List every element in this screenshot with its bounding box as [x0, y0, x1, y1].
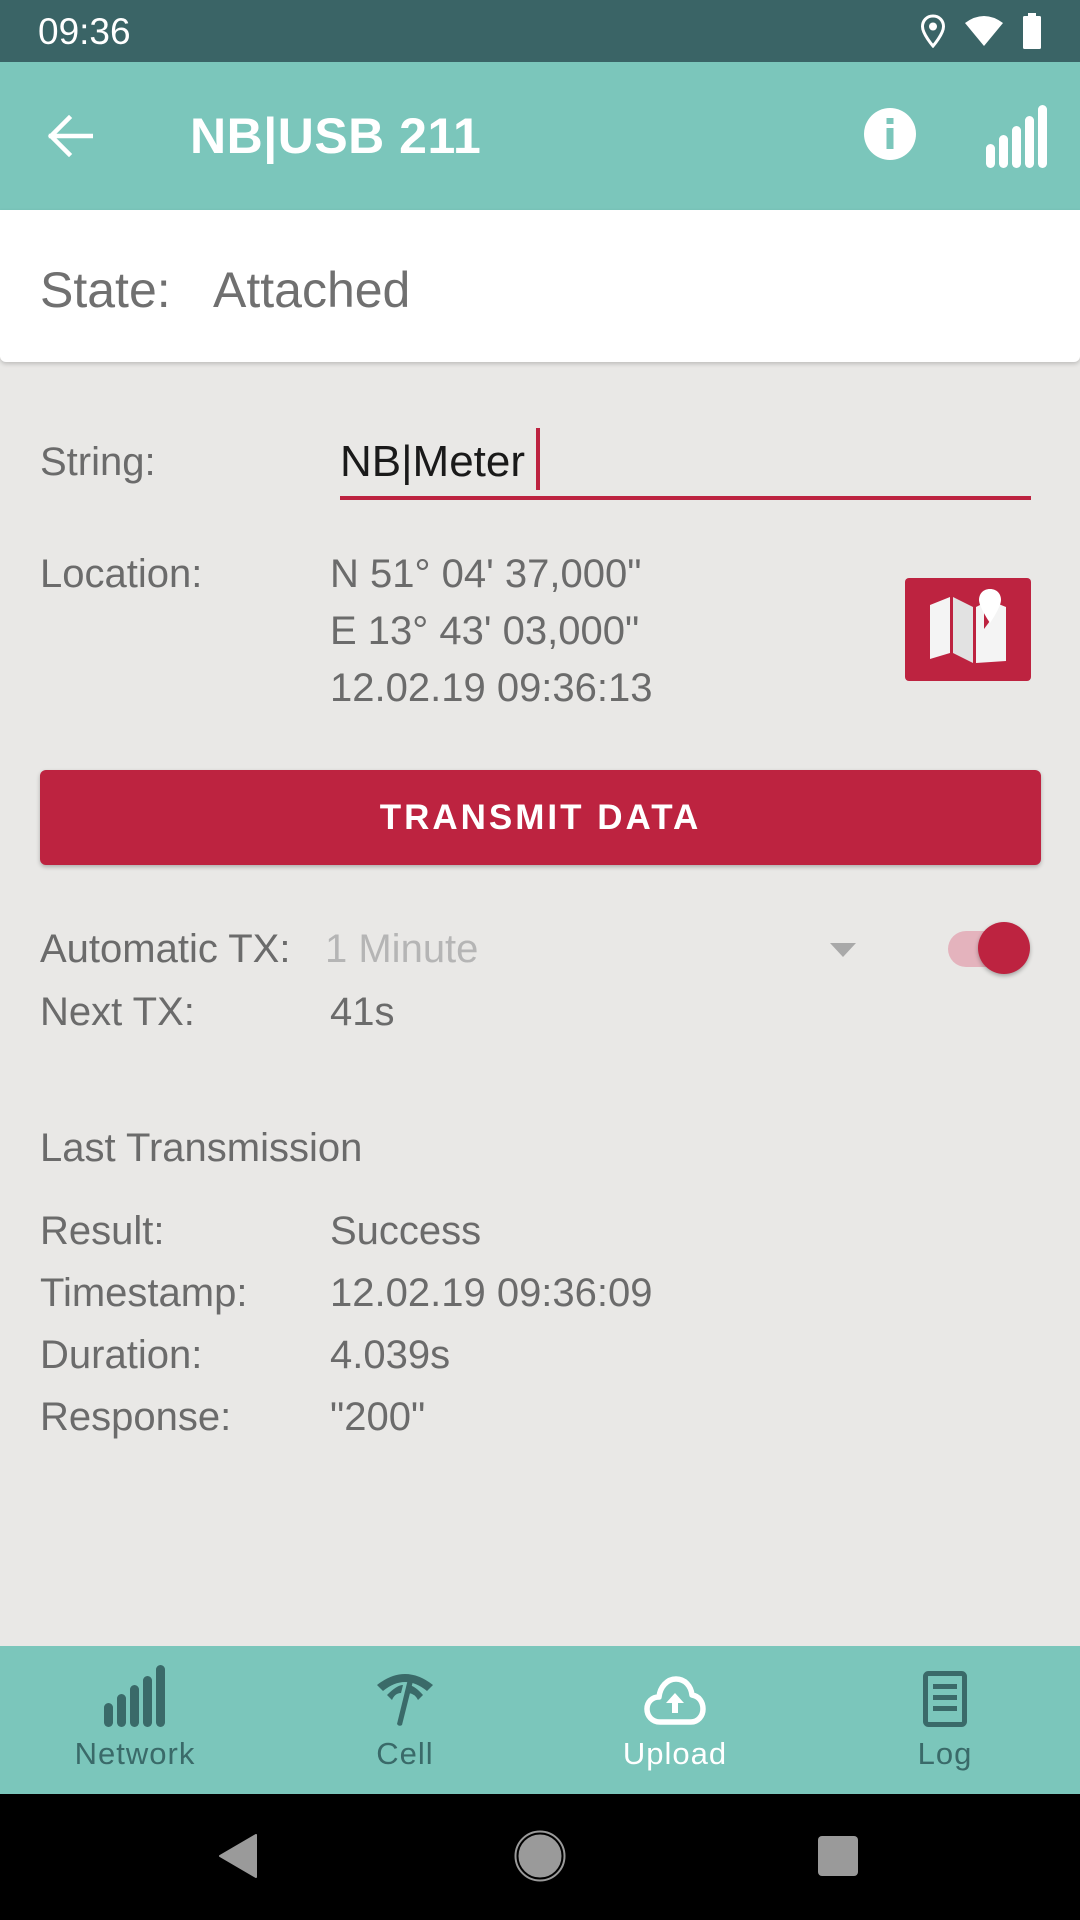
nav-item-network[interactable]: Network [0, 1646, 270, 1794]
state-label: State: [40, 262, 171, 318]
status-time: 09:36 [38, 11, 131, 52]
response-value: "200" [330, 1395, 426, 1439]
nav-label-upload: Upload [622, 1736, 728, 1771]
automatic-tx-toggle[interactable] [946, 918, 1036, 978]
nav-label-cell: Cell [376, 1736, 434, 1771]
arrow-left-icon [47, 114, 94, 162]
result-value: Success [330, 1209, 482, 1253]
cell-tower-icon [375, 1667, 435, 1732]
state-card: State: Attached [0, 210, 1080, 362]
timestamp-label: Timestamp: [40, 1271, 248, 1315]
location-label: Location: [40, 552, 203, 596]
map-button[interactable] [905, 578, 1031, 681]
toggle-thumb [978, 922, 1030, 974]
back-button[interactable] [38, 106, 102, 170]
system-back-button[interactable] [208, 1828, 268, 1888]
system-nav [0, 1794, 1080, 1920]
timestamp-value: 12.02.19 09:36:09 [330, 1271, 653, 1315]
location-latitude: N 51° 04' 37,000" [330, 552, 642, 596]
next-tx-value: 41s [330, 990, 395, 1034]
app-title: NB|USB 211 [190, 108, 482, 164]
transmit-data-button[interactable]: TRANSMIT DATA [40, 770, 1041, 865]
triangle-back-icon [218, 1833, 258, 1883]
wifi-icon [964, 15, 1004, 47]
cloud-upload-icon [644, 1675, 706, 1732]
system-home-button[interactable] [510, 1828, 570, 1888]
location-icon [920, 14, 946, 48]
nav-item-upload[interactable]: Upload [540, 1646, 810, 1794]
map-pin-icon [926, 589, 1010, 670]
duration-value: 4.039s [330, 1333, 451, 1377]
duration-label: Duration: [40, 1333, 203, 1377]
battery-icon [1022, 13, 1042, 49]
location-timestamp: 12.02.19 09:36:13 [330, 666, 653, 710]
string-label: String: [40, 440, 156, 484]
next-tx-label: Next TX: [40, 990, 195, 1034]
text-caret [536, 428, 540, 490]
signal-bars-icon [984, 104, 1048, 173]
nav-label-log: Log [917, 1736, 973, 1771]
status-bar: 09:36 [0, 0, 1080, 62]
last-transmission-title: Last Transmission [40, 1126, 363, 1170]
string-input[interactable] [340, 432, 1031, 492]
bottom-nav: Network Cell Upload Log [0, 1646, 1080, 1794]
app-bar: NB|USB 211 [0, 62, 1080, 210]
square-recents-icon [817, 1835, 859, 1882]
signal-bars-icon [103, 1665, 167, 1732]
automatic-tx-dropdown[interactable]: 1 Minute [325, 924, 865, 976]
circle-home-icon [514, 1830, 566, 1887]
signal-button[interactable] [980, 102, 1052, 174]
location-longitude: E 13° 43' 03,000" [330, 609, 640, 653]
automatic-tx-label: Automatic TX: [40, 927, 291, 971]
response-label: Response: [40, 1395, 232, 1439]
state-value: Attached [213, 262, 411, 318]
info-button[interactable] [860, 106, 920, 166]
result-label: Result: [40, 1209, 165, 1253]
nav-label-network: Network [74, 1736, 196, 1771]
chevron-down-icon [830, 943, 856, 957]
automatic-tx-selected: 1 Minute [325, 927, 479, 971]
nav-item-cell[interactable]: Cell [270, 1646, 540, 1794]
status-icons [920, 13, 1042, 49]
nav-item-log[interactable]: Log [810, 1646, 1080, 1794]
document-list-icon [923, 1671, 967, 1732]
screen: 09:36 NB|USB 211 State: Attached String:… [0, 0, 1080, 1920]
info-icon [863, 107, 917, 166]
string-field[interactable] [340, 428, 1031, 500]
system-recents-button[interactable] [808, 1828, 868, 1888]
